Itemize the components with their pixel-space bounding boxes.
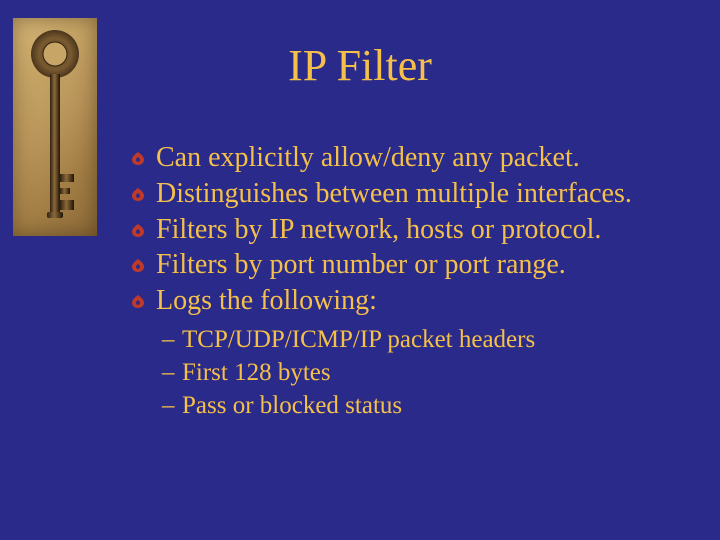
fleuron-icon (130, 140, 156, 176)
sub-bullet-item: –Pass or blocked status (162, 389, 690, 422)
dash-icon: – (162, 323, 182, 356)
sub-bullet-text: TCP/UDP/ICMP/IP packet headers (182, 326, 535, 353)
fleuron-icon (130, 247, 156, 283)
sub-bullet-text: First 128 bytes (182, 359, 331, 386)
fleuron-icon (130, 283, 156, 319)
bullet-item: Can explicitly allow/deny any packet. (130, 140, 690, 176)
sub-bullet-item: –First 128 bytes (162, 356, 690, 389)
bullet-item: Filters by IP network, hosts or protocol… (130, 212, 690, 248)
sub-bullet-text: Pass or blocked status (182, 392, 402, 419)
bullet-text: Filters by port number or port range. (156, 247, 566, 283)
bullet-text: Distinguishes between multiple interface… (156, 176, 632, 212)
bullet-text: Can explicitly allow/deny any packet. (156, 140, 580, 176)
bullet-text: Logs the following: (156, 283, 377, 319)
content-area: Can explicitly allow/deny any packet. Di… (130, 140, 690, 422)
bullet-text: Filters by IP network, hosts or protocol… (156, 212, 601, 248)
bullet-item: Distinguishes between multiple interface… (130, 176, 690, 212)
fleuron-icon (130, 176, 156, 212)
fleuron-icon (130, 212, 156, 248)
sub-bullet-item: –TCP/UDP/ICMP/IP packet headers (162, 323, 690, 356)
bullet-item: Filters by port number or port range. (130, 247, 690, 283)
bullet-item: Logs the following: (130, 283, 690, 319)
sub-bullet-list: –TCP/UDP/ICMP/IP packet headers –First 1… (162, 323, 690, 422)
slide-title: IP Filter (0, 40, 720, 91)
dash-icon: – (162, 389, 182, 422)
dash-icon: – (162, 356, 182, 389)
